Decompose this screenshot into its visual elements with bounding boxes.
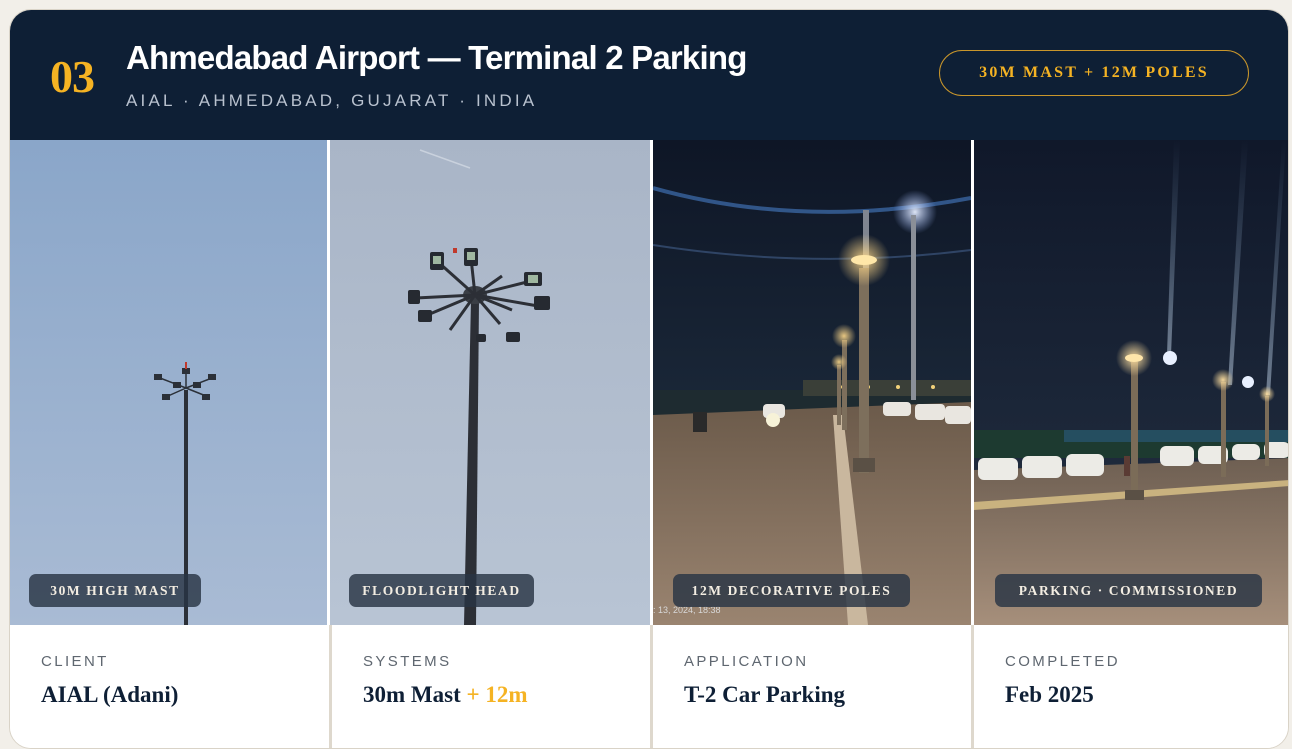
detail-value-main: 30m Mast [363, 682, 461, 707]
parking-image [974, 140, 1288, 625]
photo-divider [971, 140, 974, 625]
detail-value: AIAL (Adani) [41, 682, 179, 707]
decorative-poles-image [653, 140, 971, 625]
photo-strip: 30M HIGH MAST FLOODLIGHT HEAD: 13, 2024… [10, 140, 1288, 625]
photo-decorative-poles[interactable]: : 13, 2024, 18:38 12M DECORATIVE POLES [653, 140, 971, 625]
photo-label-parking-commissioned: PARKING · COMMISSIONED [995, 574, 1262, 607]
photo-label-decorative-poles: 12M DECORATIVE POLES [673, 574, 910, 607]
detail-label: APPLICATION [684, 653, 809, 670]
detail-label: CLIENT [41, 653, 109, 670]
project-location: AIAL · AHMEDABAD, GUJARAT · INDIA [126, 91, 538, 110]
project-number: 03 [50, 51, 95, 102]
systems-badge: 30M MAST + 12M POLES [939, 50, 1249, 96]
photo-divider [327, 140, 330, 625]
photo-divider [650, 140, 653, 625]
detail-value: Feb 2025 [1005, 682, 1094, 707]
photo-high-mast[interactable]: 30M HIGH MAST [10, 140, 329, 625]
photo-parking-commissioned[interactable]: PARKING · COMMISSIONED [974, 140, 1288, 625]
detail-label: COMPLETED [1005, 653, 1120, 670]
photo-label-floodlight-head: FLOODLIGHT HEAD [349, 574, 534, 607]
detail-systems: SYSTEMS 30m Mast + 12m [332, 625, 650, 748]
photo-floodlight-head[interactable]: FLOODLIGHT HEAD [330, 140, 650, 625]
detail-label: SYSTEMS [363, 653, 452, 670]
card-header: 03 Ahmedabad Airport — Terminal 2 Parkin… [10, 10, 1288, 140]
detail-value: T-2 Car Parking [684, 682, 846, 707]
detail-client: CLIENT AIAL (Adani) [10, 625, 329, 748]
detail-application: APPLICATION T-2 Car Parking [653, 625, 971, 748]
photo-label-high-mast: 30M HIGH MAST [29, 574, 201, 607]
detail-value: 30m Mast + 12m [363, 682, 528, 708]
detail-value-accent: + 12m [466, 682, 528, 707]
floodlight-image [330, 140, 650, 625]
high-mast-image [10, 140, 329, 625]
project-card: 03 Ahmedabad Airport — Terminal 2 Parkin… [9, 9, 1289, 749]
project-title: Ahmedabad Airport — Terminal 2 Parking [126, 39, 747, 76]
detail-completed: COMPLETED Feb 2025 [974, 625, 1288, 748]
